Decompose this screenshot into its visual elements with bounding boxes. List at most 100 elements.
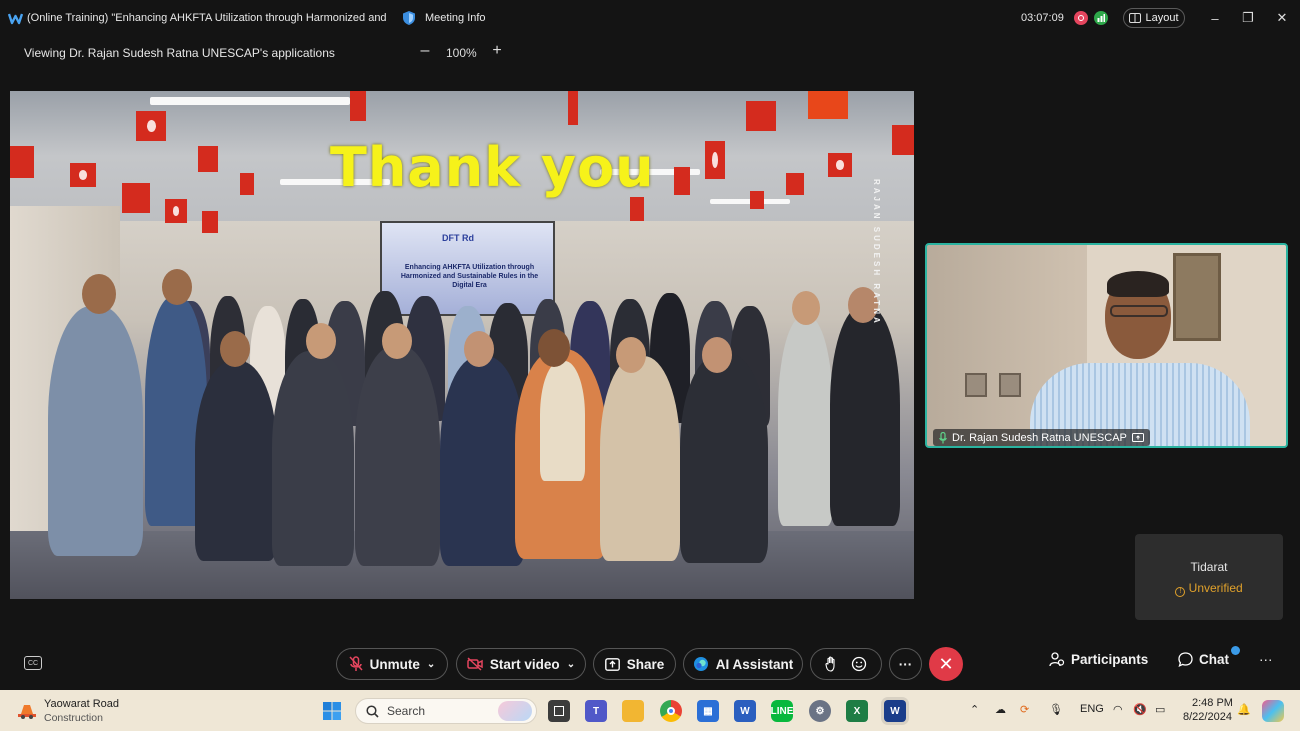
close-icon: ✕ xyxy=(938,653,954,674)
close-button[interactable]: ✕ xyxy=(1272,8,1292,28)
clock-time[interactable]: 2:48 PM xyxy=(1192,697,1233,709)
store-icon[interactable]: ▦ xyxy=(697,700,719,722)
overflow-menu-button[interactable]: ··· xyxy=(1259,652,1273,667)
muted-mic-icon xyxy=(349,656,363,671)
flag xyxy=(568,91,578,125)
chat-label: Chat xyxy=(1199,652,1229,667)
participant-name-label: Dr. Rajan Sudesh Ratna UNESCAP xyxy=(933,429,1150,446)
line-icon[interactable]: LINE xyxy=(771,700,793,722)
participant-video-main[interactable]: Dr. Rajan Sudesh Ratna UNESCAP xyxy=(925,243,1288,448)
chat-icon xyxy=(1178,652,1193,667)
flag xyxy=(674,167,690,195)
participant-tile-name: Tidarat xyxy=(1190,560,1228,574)
battery-icon[interactable]: ▭ xyxy=(1155,703,1165,716)
participant-name: Dr. Rajan Sudesh Ratna UNESCAP xyxy=(952,431,1127,444)
participant-glasses xyxy=(1110,305,1168,317)
file-explorer-icon[interactable] xyxy=(622,700,644,722)
taskbar-search[interactable]: Search xyxy=(355,698,537,724)
leave-meeting-button[interactable]: ✕ xyxy=(929,647,963,681)
speaker-muted-icon[interactable]: 🔇 xyxy=(1133,703,1147,716)
notification-bell-icon[interactable]: 🔔 xyxy=(1237,703,1251,716)
flag xyxy=(165,199,187,223)
flag xyxy=(828,153,852,177)
screen-logo: DFT Rd xyxy=(442,233,474,243)
unverified-label: Unverified xyxy=(1188,581,1243,595)
mic-muted-tray-icon[interactable]: 🎙 xyxy=(1049,703,1063,716)
webex-app-icon xyxy=(8,13,23,25)
sync-icon[interactable]: ⟳ xyxy=(1020,703,1029,716)
reactions-emoji-icon[interactable] xyxy=(851,656,867,672)
overflow-label: ··· xyxy=(1259,652,1273,667)
wall-picture xyxy=(1173,253,1221,341)
chevron-down-icon[interactable]: ⌄ xyxy=(427,659,435,670)
unmute-button[interactable]: Unmute ⌄ xyxy=(336,648,448,680)
zoom-level: 100% xyxy=(446,46,477,60)
chevron-down-icon[interactable]: ⌄ xyxy=(567,659,575,670)
flag xyxy=(786,173,804,195)
share-icon xyxy=(604,657,620,671)
screen-title: Enhancing AHKFTA Utilization through Har… xyxy=(400,264,539,289)
shield-icon[interactable] xyxy=(402,10,416,26)
layout-icon xyxy=(1129,13,1142,23)
screen-share-icon xyxy=(1131,432,1144,442)
windows-start-icon[interactable] xyxy=(321,700,343,722)
viewing-label: Viewing Dr. Rajan Sudesh Ratna UNESCAP's… xyxy=(24,46,335,60)
flag xyxy=(198,146,218,172)
flag xyxy=(746,101,776,131)
photographer-credit: RAJAN SUDESH RATNA xyxy=(872,179,881,326)
search-highlight-icon xyxy=(498,701,532,721)
raise-hand-icon[interactable] xyxy=(825,656,837,672)
flag xyxy=(892,125,914,155)
participant-hair xyxy=(1107,271,1169,297)
task-view-icon[interactable] xyxy=(548,700,570,722)
chrome-icon[interactable] xyxy=(660,700,682,722)
copilot-icon[interactable] xyxy=(1262,700,1284,722)
ai-assistant-button[interactable]: AI Assistant xyxy=(683,648,803,680)
minimize-button[interactable]: – xyxy=(1205,8,1225,28)
windows-taskbar: Yaowarat Road Construction Search T ▦ W … xyxy=(0,690,1300,731)
flag xyxy=(10,146,34,178)
warning-icon: ! xyxy=(1175,587,1186,597)
excel-icon[interactable]: X xyxy=(846,700,868,722)
weather-title[interactable]: Yaowarat Road xyxy=(44,698,119,710)
flag xyxy=(70,163,96,187)
weather-subtitle: Construction xyxy=(44,712,103,724)
layout-label: Layout xyxy=(1145,12,1179,24)
onedrive-icon[interactable]: ☁ xyxy=(995,703,1006,716)
language-indicator[interactable]: ENG xyxy=(1080,703,1104,715)
recording-icon[interactable] xyxy=(1074,11,1088,25)
participants-button[interactable]: Participants xyxy=(1049,652,1148,667)
restore-button[interactable]: ❐ xyxy=(1238,8,1258,28)
participant-tile-tidarat[interactable]: Tidarat ! Unverified xyxy=(1135,534,1283,620)
meeting-info-link[interactable]: Meeting Info xyxy=(425,12,486,24)
network-health-icon[interactable] xyxy=(1094,11,1108,25)
word-icon[interactable]: W xyxy=(734,700,756,722)
search-icon xyxy=(366,704,379,718)
settings-gear-icon[interactable]: ⚙ xyxy=(809,700,831,722)
share-button[interactable]: Share xyxy=(593,648,676,680)
chevron-up-icon[interactable]: ⌃ xyxy=(970,703,979,716)
wifi-icon[interactable]: ◠ xyxy=(1113,703,1123,716)
layout-button[interactable]: Layout xyxy=(1123,8,1185,28)
reactions-group xyxy=(810,648,882,680)
construction-alert-icon[interactable] xyxy=(16,698,38,720)
more-options-button[interactable]: ··· xyxy=(889,648,922,680)
ai-assistant-label: AI Assistant xyxy=(715,656,794,672)
ceiling-light xyxy=(150,97,350,105)
closed-captions-icon[interactable]: CC xyxy=(24,656,42,670)
participants-icon xyxy=(1049,652,1065,667)
clock-date[interactable]: 8/22/2024 xyxy=(1183,711,1232,723)
unmute-label: Unmute xyxy=(369,656,420,672)
zoom-in-button[interactable]: + xyxy=(490,42,504,60)
shared-screen[interactable]: DFT Rd Enhancing AHKFTA Utilization thro… xyxy=(10,91,914,599)
flag xyxy=(630,197,644,221)
search-placeholder: Search xyxy=(387,704,426,718)
title-bar: (Online Training) "Enhancing AHKFTA Util… xyxy=(0,0,1300,36)
webex-taskbar-icon[interactable]: W xyxy=(884,700,906,722)
microphone-icon xyxy=(939,431,947,443)
teams-icon[interactable]: T xyxy=(585,700,607,722)
ai-assistant-icon xyxy=(693,657,708,671)
zoom-out-button[interactable]: – xyxy=(418,42,432,60)
chat-button[interactable]: Chat xyxy=(1178,646,1240,667)
start-video-button[interactable]: Start video ⌄ xyxy=(456,648,586,680)
